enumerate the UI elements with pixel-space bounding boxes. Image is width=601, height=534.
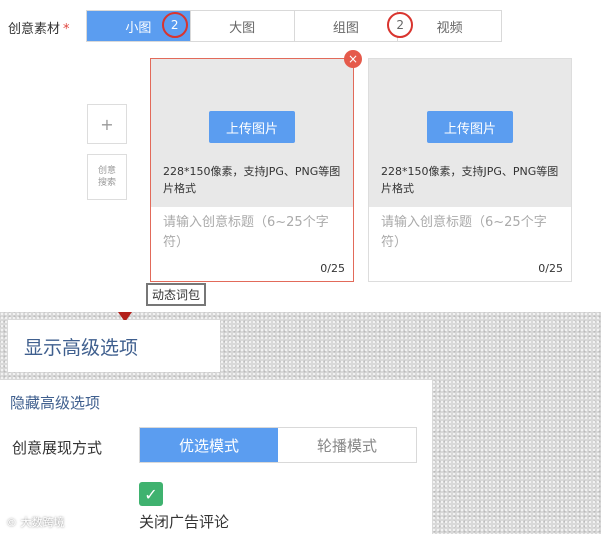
- tab-video-label: 视频: [436, 20, 463, 36]
- add-creative-button[interactable]: +: [87, 104, 127, 144]
- small-image-count-badge: 2: [161, 12, 188, 38]
- close-comments-label: 关闭广告评论: [139, 513, 230, 531]
- tab-group-image-label: 组图: [332, 20, 359, 36]
- carousel-mode-button[interactable]: 轮播模式: [278, 428, 416, 462]
- tab-large-image-label: 大图: [229, 20, 256, 36]
- display-mode-label: 创意展现方式: [12, 439, 103, 457]
- tab-group-image[interactable]: 组图 2: [295, 11, 414, 41]
- creative-material-label: 创意素材 *: [8, 18, 70, 37]
- creative-title-input[interactable]: 请输入创意标题（6~25个字符）: [163, 213, 343, 253]
- image-spec-text: 228*150像素，支持JPG、PNG等图片格式: [381, 165, 559, 195]
- watermark-text: 大数跨境: [20, 516, 65, 529]
- preferred-mode-button[interactable]: 优选模式: [140, 428, 278, 462]
- creative-search-label: 创意 搜索: [97, 166, 116, 188]
- creative-card-1: 上传图片 228*150像素，支持JPG、PNG等图片格式 请输入创意标题（6~…: [150, 50, 362, 282]
- tab-small-image[interactable]: 小图 2: [87, 11, 191, 41]
- plus-icon: +: [100, 114, 114, 134]
- tab-small-image-label: 小图: [125, 20, 152, 36]
- title-char-count: 0/25: [320, 262, 345, 275]
- creative-material-text: 创意素材: [8, 22, 61, 37]
- watermark: © 大数跨境: [6, 516, 65, 529]
- show-advanced-options-link[interactable]: 显示高级选项: [8, 320, 220, 372]
- dynamic-words-link[interactable]: 动态词包: [146, 283, 207, 306]
- creative-search-button[interactable]: 创意 搜索: [87, 154, 127, 200]
- hide-advanced-options-link[interactable]: 隐藏高级选项: [10, 392, 100, 413]
- creative-title-input[interactable]: 请输入创意标题（6~25个字符）: [381, 213, 561, 253]
- display-mode-toggle: 优选模式 轮播模式: [139, 427, 417, 463]
- material-type-tabs: 小图 2 大图 组图 2 视频: [86, 10, 502, 42]
- required-mark: *: [63, 22, 70, 37]
- tab-video[interactable]: 视频: [398, 11, 501, 41]
- creative-card-2: 上传图片 228*150像素，支持JPG、PNG等图片格式 请输入创意标题（6~…: [368, 58, 572, 282]
- remove-card-icon[interactable]: ×: [344, 50, 362, 68]
- image-spec-text: 228*150像素，支持JPG、PNG等图片格式: [163, 165, 341, 195]
- checkmark-icon: ✓: [144, 484, 158, 504]
- title-char-count: 0/25: [538, 262, 563, 275]
- close-comments-checkbox[interactable]: ✓: [139, 482, 163, 506]
- upload-image-button[interactable]: 上传图片: [209, 111, 295, 143]
- tab-large-image[interactable]: 大图: [191, 11, 295, 41]
- upload-image-button[interactable]: 上传图片: [427, 111, 513, 143]
